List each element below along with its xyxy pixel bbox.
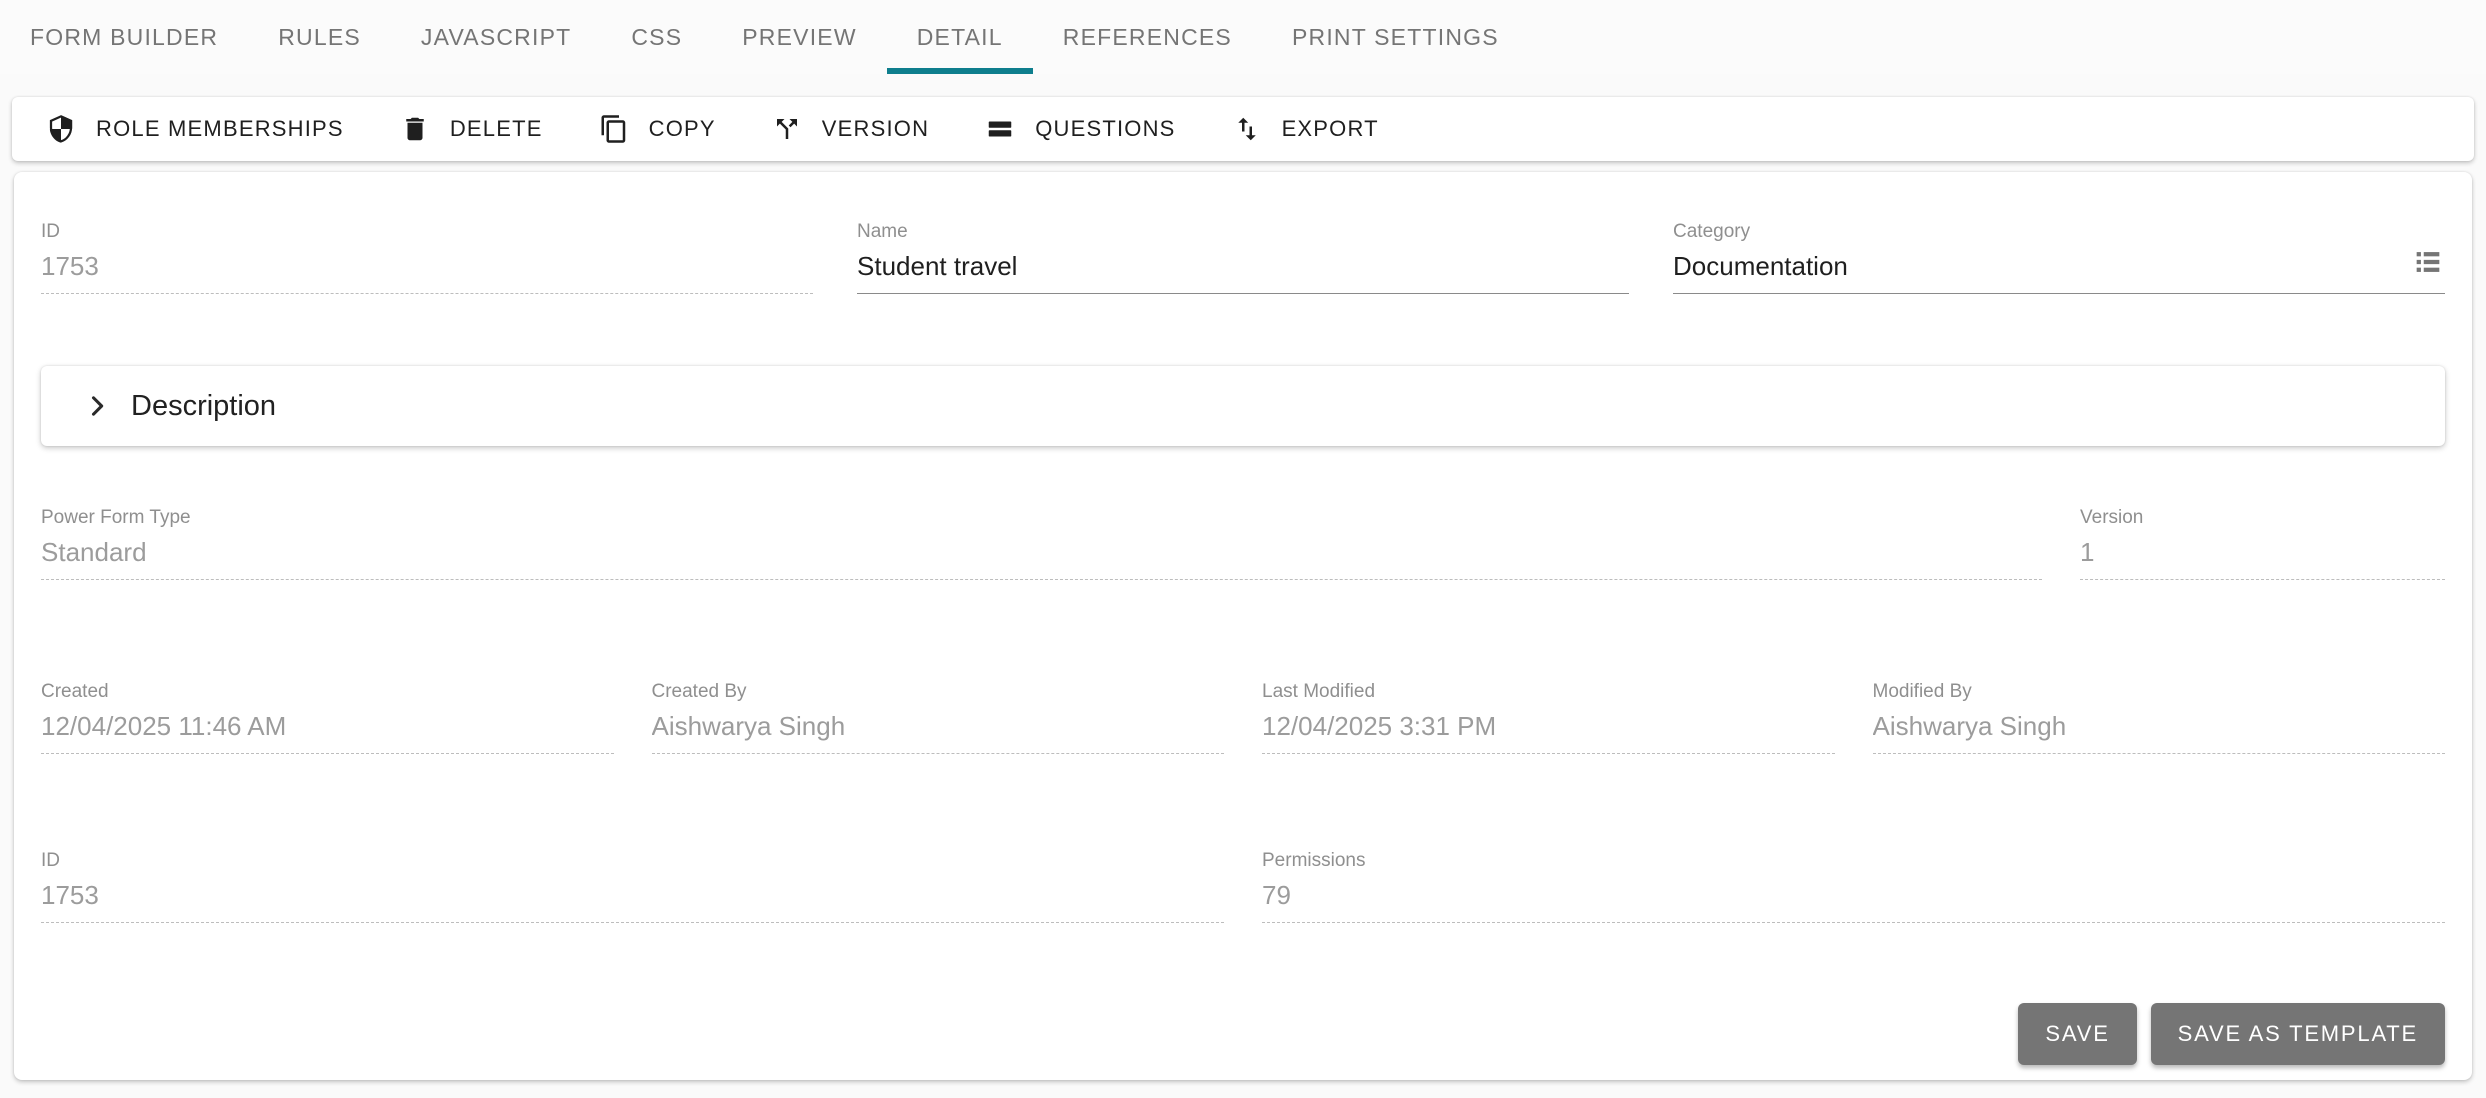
tab-references[interactable]: REFERENCES (1033, 0, 1262, 74)
toolbar-button-label: QUESTIONS (1035, 116, 1176, 141)
toolbar-button-label: DELETE (449, 116, 543, 141)
field-value: 1753 (41, 251, 99, 281)
tab-rules[interactable]: RULES (248, 0, 391, 74)
version-button[interactable]: VERSION (744, 97, 957, 161)
field-id-footer: ID 1753 (41, 849, 1224, 923)
field-label: Name (857, 221, 908, 242)
field-permissions: Permissions 79 (1262, 849, 2445, 923)
toolbar-button-label: ROLE MEMBERSHIPS (96, 116, 344, 141)
tab-form-builder[interactable]: FORM BUILDER (0, 0, 248, 74)
list-picker-icon[interactable] (2411, 245, 2445, 281)
field-label: Power Form Type (41, 507, 191, 528)
toolbar-button-label: COPY (648, 116, 716, 141)
field-value: Documentation (1673, 251, 1848, 281)
stacked-rows-icon (985, 114, 1015, 144)
chevron-right-icon (83, 392, 111, 420)
field-version: Version 1 (2080, 506, 2445, 580)
role-memberships-button[interactable]: ROLE MEMBERSHIPS (18, 97, 372, 161)
import-export-icon (1232, 114, 1262, 144)
field-value: 1753 (41, 880, 99, 910)
tab-detail[interactable]: DETAIL (886, 0, 1033, 74)
copy-icon (599, 114, 629, 144)
questions-button[interactable]: QUESTIONS (957, 97, 1203, 161)
field-label: Created By (651, 681, 747, 702)
field-label: ID (41, 221, 60, 242)
tab-label: FORM BUILDER (30, 23, 219, 50)
field-value: 1 (2080, 537, 2095, 567)
tab-label: JAVASCRIPT (420, 23, 572, 50)
toolbar-button-label: EXPORT (1281, 116, 1379, 141)
field-label: Category (1673, 221, 1751, 242)
top-tab-bar: FORM BUILDER RULES JAVASCRIPT CSS PREVIE… (0, 0, 2486, 74)
field-value: 12/04/2025 3:31 PM (1262, 711, 1497, 741)
field-value: 79 (1262, 880, 1291, 910)
tab-label: DETAIL (916, 23, 1003, 50)
branch-split-icon (772, 114, 802, 144)
field-created: Created 12/04/2025 11:46 AM (41, 680, 614, 754)
field-id: ID 1753 (41, 220, 813, 294)
tab-label: CSS (631, 23, 683, 50)
form-detail-card: ID 1753 Name Category Documentation (14, 172, 2472, 1080)
action-button-row: SAVE SAVE AS TEMPLATE (41, 1003, 2445, 1065)
export-button[interactable]: EXPORT (1204, 97, 1407, 161)
field-value: Aishwarya Singh (651, 711, 846, 741)
trash-icon (400, 114, 430, 144)
save-as-template-button[interactable]: SAVE AS TEMPLATE (2150, 1003, 2445, 1065)
fields-row-footer: ID 1753 Permissions 79 (41, 849, 2445, 923)
name-input[interactable] (857, 251, 1629, 281)
tab-label: PRINT SETTINGS (1291, 23, 1499, 50)
description-panel-title: Description (131, 389, 277, 422)
toolbar-button-label: VERSION (821, 116, 930, 141)
field-label: Permissions (1262, 850, 1366, 871)
description-expansion-panel[interactable]: Description (41, 366, 2445, 446)
tab-preview[interactable]: PREVIEW (712, 0, 886, 74)
field-name[interactable]: Name (857, 220, 1629, 294)
save-button[interactable]: SAVE (2018, 1003, 2137, 1065)
active-tab-indicator (886, 68, 1033, 74)
fields-row-type: Power Form Type Standard Version 1 (41, 506, 2445, 580)
field-label: Version (2080, 507, 2144, 528)
fields-row-audit: Created 12/04/2025 11:46 AM Created By A… (41, 680, 2445, 754)
field-value: 12/04/2025 11:46 AM (41, 711, 287, 741)
tab-label: REFERENCES (1062, 23, 1232, 50)
copy-button[interactable]: COPY (571, 97, 744, 161)
field-value: Standard (41, 537, 147, 567)
tab-javascript[interactable]: JAVASCRIPT (391, 0, 601, 74)
shield-checkered-icon (46, 114, 76, 144)
tab-print-settings[interactable]: PRINT SETTINGS (1262, 0, 1529, 74)
tab-label: PREVIEW (742, 23, 857, 50)
field-created-by: Created By Aishwarya Singh (651, 680, 1224, 754)
field-label: Last Modified (1262, 681, 1376, 702)
field-label: ID (41, 850, 60, 871)
field-modified-by: Modified By Aishwarya Singh (1872, 680, 2445, 754)
tab-css[interactable]: CSS (601, 0, 712, 74)
detail-toolbar: ROLE MEMBERSHIPS DELETE COPY VERSION QUE… (12, 97, 2474, 161)
field-category[interactable]: Category Documentation (1673, 220, 2445, 294)
fields-row-top: ID 1753 Name Category Documentation (41, 220, 2445, 294)
field-value: Aishwarya Singh (1872, 711, 2067, 741)
tab-label: RULES (278, 23, 361, 50)
field-power-form-type: Power Form Type Standard (41, 506, 2042, 580)
field-label: Created (41, 681, 109, 702)
delete-button[interactable]: DELETE (372, 97, 571, 161)
field-label: Modified By (1872, 681, 1972, 702)
field-last-modified: Last Modified 12/04/2025 3:31 PM (1262, 680, 1835, 754)
